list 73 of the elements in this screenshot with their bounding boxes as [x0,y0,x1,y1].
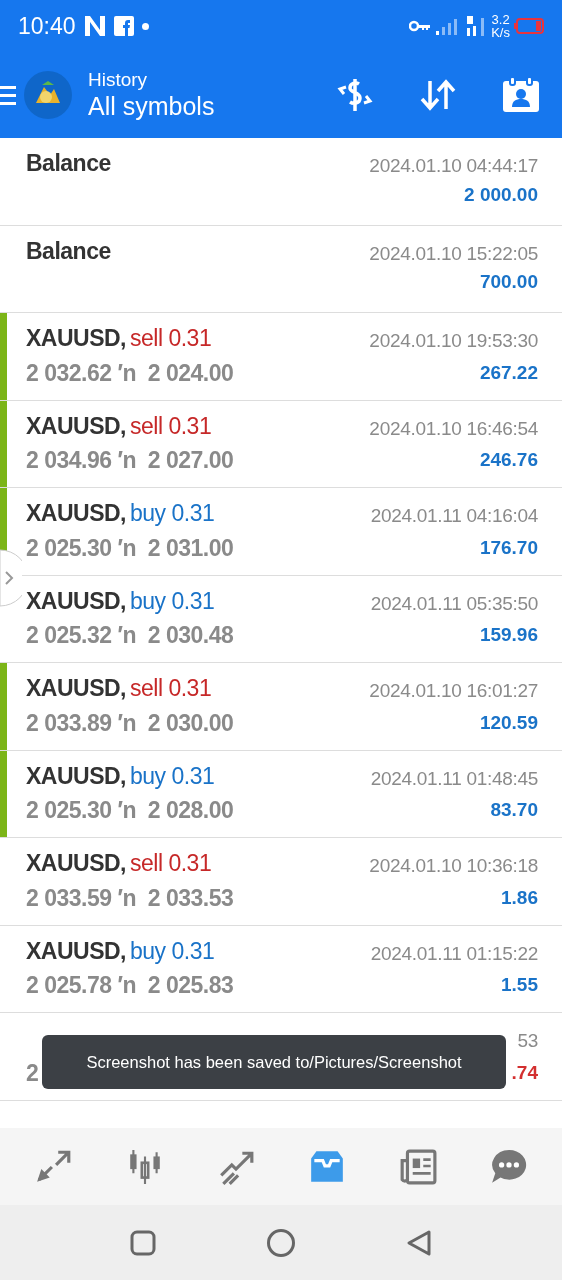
app-logo-icon [24,71,72,119]
price-range: 2 025.30 ′n 2 028.00 [26,796,234,825]
currency-exchange-icon[interactable] [336,78,374,112]
profit-value: 176.70 [479,535,538,560]
price-range: 2 033.59 ′n 2 033.53 [26,883,234,913]
dot-icon [141,22,149,30]
symbol-label: XAUUSD, [26,674,126,703]
trade-time: 53 [517,1029,538,1053]
profit-value: 267.22 [479,360,538,385]
trade-time: 2024.01.11 01:48:45 [370,766,538,791]
symbol-label: XAUUSD, [26,936,126,966]
profit-value: 1.86 [501,885,538,910]
network-logo-icon [83,15,106,37]
price-range: 2 025.78 ′n 2 025.83 [26,971,234,1000]
price-range: 2 032.62 ′n 2 024.00 [26,358,234,388]
profit-value: .74 [511,1060,538,1085]
trade-time: 2024.01.10 19:53:30 [369,329,538,353]
symbol-filter[interactable]: All symbols [88,91,215,122]
trade-row[interactable]: XAUUSD, sell 0.31 2024.01.10 10:36:18 2 033.59 ′n 2 033.53 1.86 [0,838,562,926]
trade-time: 2024.01.10 16:46:54 [369,416,538,441]
profit-value: 2 000.00 [464,182,538,207]
key-icon [409,20,432,32]
trade-time: 2024.01.10 16:01:27 [369,679,538,703]
trade-action: sell 0.31 [130,411,212,441]
trade-time: 2024.01.11 05:35:50 [370,591,538,616]
profit-value: 83.70 [490,798,538,822]
price-range: 2 033.89 ′n 2 030.00 [26,708,234,738]
battery-icon [514,18,544,34]
profit-value: 1.55 [501,973,538,997]
back-icon[interactable] [406,1228,432,1257]
calendar-person-icon[interactable] [502,77,540,113]
trade-action: sell 0.31 [130,674,212,703]
symbol-label: Balance [26,149,111,178]
status-time: 10:40 [18,11,76,41]
trade-action: buy 0.31 [130,586,215,616]
trade-time: 2024.01.10 15:22:05 [369,241,538,266]
recents-icon[interactable] [130,1229,156,1256]
toast-message: Screenshot has been saved to/Pictures/Screenshot [42,1035,506,1089]
price-range: 2 025.32 ′n 2 030.48 [26,621,234,650]
trade-action: buy 0.31 [130,936,215,966]
symbol-label: XAUUSD, [26,324,126,353]
menu-icon[interactable] [0,84,16,106]
profit-value: 246.76 [479,448,538,472]
trade-action: buy 0.31 [130,499,215,528]
trade-time: 2024.01.10 10:36:18 [369,854,538,878]
sort-icon[interactable] [420,79,456,111]
trade-action: sell 0.31 [130,849,212,878]
symbol-label: Balance [26,236,111,266]
trade-action: sell 0.31 [130,324,212,353]
trade-row[interactable]: Balance 2024.01.10 04:44:17 2 000.00 [0,138,562,226]
symbol-label: XAUUSD, [26,499,126,528]
price-range: 2 025.30 ′n 2 031.00 [26,533,234,563]
trade-time: 2024.01.11 04:16:04 [370,504,538,528]
home-icon[interactable] [266,1227,296,1258]
price-range: 2 034.96 ′n 2 027.00 [26,446,234,475]
trade-time: 2024.01.11 01:15:22 [370,941,538,966]
profit-value: 700.00 [479,270,538,294]
symbol-label: XAUUSD, [26,849,126,878]
profit-value: 120.59 [479,710,538,735]
trade-row[interactable]: Balance 2024.01.10 15:22:05 700.00 [0,225,562,313]
symbol-label: XAUUSD, [26,586,126,616]
screen-title: History [88,68,149,92]
trade-row[interactable]: XAUUSD, buy 0.31 2024.01.11 01:15:22 2 025.78 ′n 2 025.83 1.55 [0,925,562,1013]
trade-action: buy 0.31 [130,761,215,791]
drawer-handle-icon[interactable] [0,548,22,608]
profit-value: 159.96 [479,623,538,647]
symbol-label: XAUUSD, [26,761,126,791]
price-range: 2 [26,1058,39,1088]
trade-time: 2024.01.10 04:44:17 [369,154,538,178]
symbol-label: XAUUSD, [26,411,126,441]
network-speed: 3.2 [491,13,510,26]
facebook-icon [113,16,134,36]
network-speed-unit: K/s [491,26,510,39]
